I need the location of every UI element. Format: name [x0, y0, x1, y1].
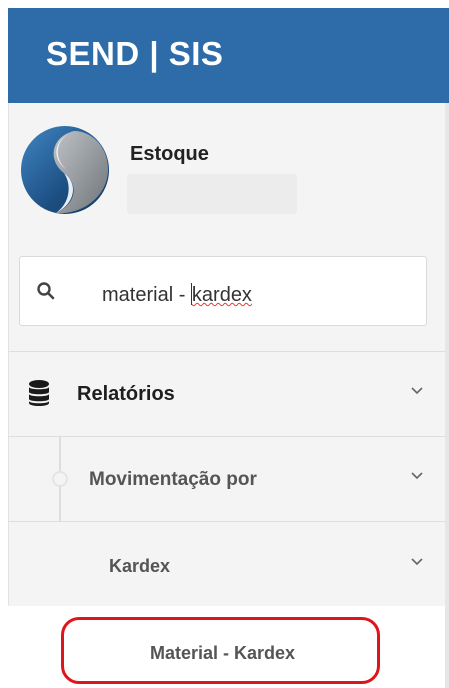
menu-item-kardex[interactable]	[8, 522, 445, 606]
chevron-down-icon[interactable]	[410, 471, 424, 481]
menu-item-label: Movimentação por	[89, 469, 257, 490]
app-title: SEND | SIS	[46, 35, 224, 72]
search-value-prefix: material -	[102, 284, 191, 306]
search-input[interactable]: material - kardex	[19, 256, 427, 326]
search-icon	[37, 282, 55, 300]
menu-item-label: Kardex	[109, 556, 171, 576]
menu-item-relatorios[interactable]	[8, 352, 445, 436]
app-header: SEND | SIS	[8, 8, 449, 103]
menu-item-label: Relatórios	[77, 383, 175, 405]
menu-item-material-kardex[interactable]: Material - Kardex	[150, 643, 295, 664]
sidebar-edge	[445, 103, 449, 688]
user-subtitle-redacted	[127, 174, 297, 214]
search-value-word: kardex	[191, 284, 252, 306]
chevron-down-icon[interactable]	[410, 557, 424, 567]
search-value[interactable]: material - kardex	[102, 283, 252, 307]
database-icon	[29, 380, 49, 406]
chevron-down-icon[interactable]	[410, 386, 424, 396]
user-name: Estoque	[130, 143, 209, 165]
app-logo-icon	[21, 126, 109, 214]
